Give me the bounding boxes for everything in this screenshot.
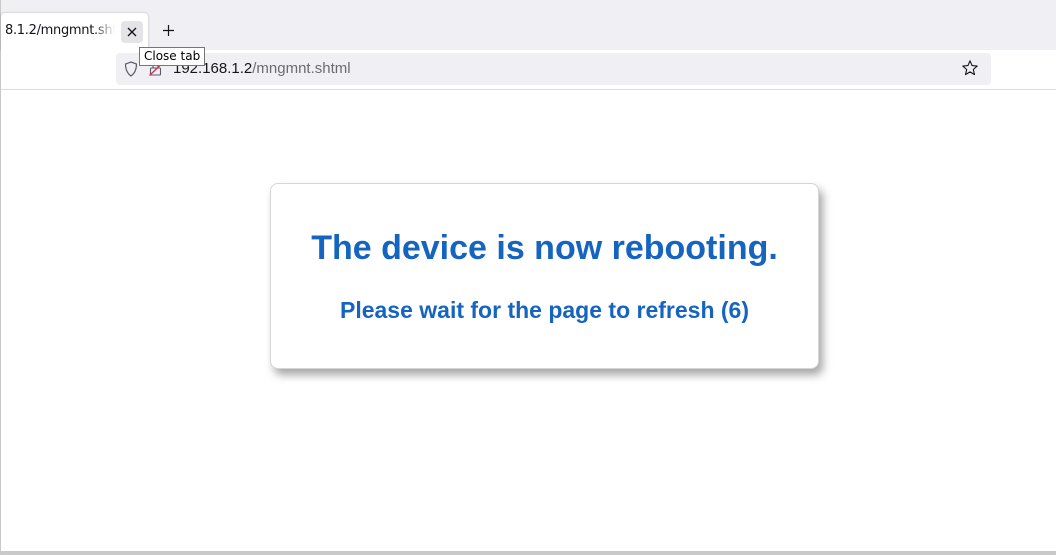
reboot-title: The device is now rebooting. <box>311 229 778 267</box>
plus-icon[interactable] <box>156 18 180 42</box>
shield-icon[interactable] <box>124 61 138 82</box>
url-bar[interactable]: 192.168.1.2/mngmnt.shtml <box>116 53 991 85</box>
tab-title: 8.1.2/mngmnt.shtml <box>5 23 115 38</box>
close-icon[interactable] <box>121 21 143 43</box>
star-icon[interactable] <box>961 59 979 82</box>
tab-strip: 8.1.2/mngmnt.shtml <box>1 0 1056 50</box>
url-path: /mngmnt.shtml <box>252 60 351 77</box>
browser-window: 8.1.2/mngmnt.shtml <box>0 0 1056 555</box>
refresh-countdown-message: Please wait for the page to refresh (6) <box>339 297 749 323</box>
close-tab-tooltip: Close tab <box>139 47 206 66</box>
reboot-dialog: The device is now rebooting. Please wait… <box>270 183 819 369</box>
tab-active[interactable]: 8.1.2/mngmnt.shtml <box>1 13 148 50</box>
